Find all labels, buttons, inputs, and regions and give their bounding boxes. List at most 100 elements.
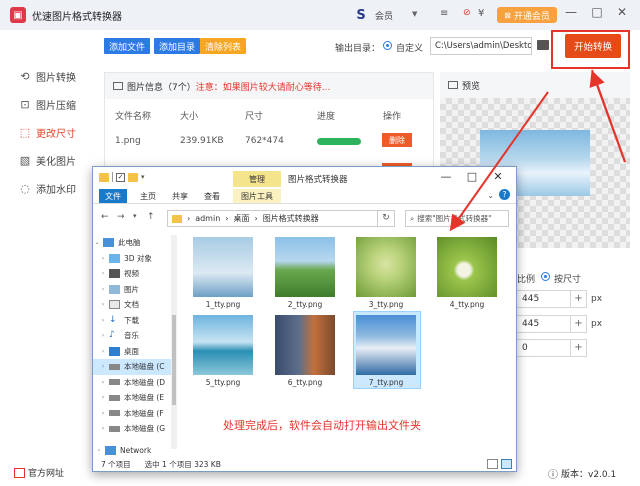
chevron-down-icon[interactable]: ⌄ [487, 191, 494, 200]
plus-icon[interactable]: + [570, 291, 586, 307]
tree-item-desktop[interactable]: › 桌面 [93, 344, 177, 360]
by-size-label[interactable]: 按尺寸 [554, 272, 581, 285]
output-path-input[interactable]: C:\Users\admin\Deskto [430, 37, 532, 55]
file-thumbnail[interactable] [356, 237, 416, 297]
maximize-button[interactable]: □ [465, 170, 479, 183]
breadcrumb-folder[interactable]: 图片格式转换器 [263, 213, 319, 224]
chevron-right-icon[interactable]: › [99, 270, 107, 277]
vip-button[interactable]: ⊠ 开通会员 [497, 7, 557, 23]
breadcrumb-admin[interactable]: admin [195, 214, 220, 223]
height-input[interactable]: 445 + [515, 315, 587, 333]
custom-radio[interactable] [383, 41, 392, 50]
chevron-right-icon[interactable]: › [99, 286, 107, 293]
tree-item-pictures[interactable]: › 图片 [93, 282, 177, 298]
width-input[interactable]: 445 + [515, 290, 587, 308]
manage-tab[interactable]: 管理 [233, 171, 281, 187]
settings-icon[interactable]: ¥ [478, 8, 484, 19]
tree-item-drive-g[interactable]: › 本地磁盘 (G [93, 421, 177, 437]
tree-item-drive-e[interactable]: › 本地磁盘 (E [93, 390, 177, 406]
breadcrumb-desktop[interactable]: 桌面 [233, 213, 249, 224]
tab-picture-tools[interactable]: 图片工具 [233, 189, 281, 203]
user-name[interactable]: 会员 [375, 9, 393, 22]
chevron-right-icon[interactable]: › [99, 301, 107, 308]
tree-item-3d[interactable]: › 3D 对象 [93, 251, 177, 267]
tree-item-drive-c[interactable]: › 本地磁盘 (C [93, 359, 177, 375]
chevron-right-icon[interactable]: › [99, 255, 107, 262]
chevron-right-icon[interactable]: › [99, 332, 107, 339]
add-dir-button[interactable]: 添加目录 [154, 38, 200, 54]
chevron-right-icon[interactable]: › [99, 379, 107, 386]
chevron-right-icon[interactable]: › [99, 363, 107, 370]
user-caret-icon[interactable]: ▼ [412, 10, 417, 18]
file-thumbnail[interactable] [356, 315, 416, 375]
file-name[interactable]: 2_tty.png [270, 300, 340, 309]
tree-item-drive-d[interactable]: › 本地磁盘 (D [93, 375, 177, 391]
tab-home[interactable]: 主页 [135, 189, 161, 203]
search-input[interactable]: ⌕ 搜索"图片格式转换器" [405, 210, 509, 227]
up-icon[interactable]: ↑ [147, 212, 155, 222]
nav-item-watermark[interactable]: ◌ 添加水印 [0, 174, 92, 202]
file-thumbnail[interactable] [193, 315, 253, 375]
details-view-icon[interactable] [487, 459, 498, 469]
file-thumbnail[interactable] [437, 237, 497, 297]
refresh-icon[interactable]: ↻ [377, 210, 395, 227]
folder-icon[interactable] [99, 172, 109, 182]
plus-icon[interactable]: + [570, 340, 586, 356]
chevron-right-icon[interactable]: › [99, 348, 107, 355]
file-name[interactable]: 4_tty.png [432, 300, 502, 309]
minimize-button[interactable]: — [563, 5, 579, 19]
clear-list-button[interactable]: 清除列表 [200, 38, 246, 54]
address-bar[interactable]: › admin › 桌面 › 图片格式转换器 [167, 210, 395, 227]
properties-icon[interactable]: ✓ [116, 172, 125, 182]
user-avatar-icon[interactable]: S [352, 6, 370, 24]
custom-radio-label[interactable]: 自定义 [396, 41, 423, 54]
history-icon[interactable]: ▾ [133, 212, 137, 220]
third-input[interactable]: 0 + [515, 339, 587, 357]
file-thumbnail[interactable] [275, 315, 335, 375]
close-button[interactable]: ✕ [614, 5, 630, 19]
chevron-right-icon[interactable]: › [95, 447, 103, 454]
by-size-radio[interactable] [541, 272, 550, 281]
chevron-down-icon[interactable]: ⌄ [93, 239, 101, 246]
nav-item-compress[interactable]: ⊡ 图片压缩 [0, 90, 92, 118]
new-folder-icon[interactable] [128, 172, 138, 182]
large-icons-view-icon[interactable] [501, 459, 512, 469]
tree-item-music[interactable]: › ♪ 音乐 [93, 328, 177, 344]
nav-item-resize[interactable]: ⬚ 更改尺寸 [0, 118, 92, 146]
add-file-button[interactable]: 添加文件 [104, 38, 150, 54]
tab-share[interactable]: 共享 [167, 189, 193, 203]
chevron-right-icon[interactable]: › [99, 394, 107, 401]
tree-item-documents[interactable]: › 文档 [93, 297, 177, 313]
website-link[interactable]: 官方网址 [14, 466, 64, 479]
tree-item-drive-f[interactable]: › 本地磁盘 (F [93, 406, 177, 422]
close-ad-icon[interactable]: ⊘ [463, 8, 471, 18]
tree-item-downloads[interactable]: › ↓ 下载 [93, 313, 177, 329]
tree-item-video[interactable]: › 视频 [93, 266, 177, 282]
chevron-right-icon[interactable]: › [99, 317, 107, 324]
plus-icon[interactable]: + [570, 316, 586, 332]
forward-icon[interactable]: → [117, 212, 125, 222]
delete-button[interactable]: 删除 [382, 133, 412, 147]
file-name[interactable]: 1_tty.png [188, 300, 258, 309]
tab-view[interactable]: 查看 [199, 189, 225, 203]
tree-item-pc[interactable]: ⌄ 此电脑 [93, 235, 177, 251]
file-thumbnail[interactable] [275, 237, 335, 297]
menu-icon[interactable]: ≡ [440, 8, 448, 19]
minimize-button[interactable]: — [439, 170, 453, 183]
close-button[interactable]: ✕ [491, 170, 505, 183]
file-name[interactable]: 5_tty.png [188, 378, 258, 387]
tree-scrollbar[interactable] [171, 235, 177, 449]
file-name[interactable]: 3_tty.png [351, 300, 421, 309]
nav-item-beautify[interactable]: ▧ 美化图片 [0, 146, 92, 174]
back-icon[interactable]: ← [101, 212, 109, 222]
start-convert-button[interactable]: 开始转换 [565, 34, 621, 58]
nav-item-convert[interactable]: ⟲ 图片转换 [0, 62, 92, 90]
dropdown-icon[interactable]: ▾ [141, 173, 145, 181]
chevron-right-icon[interactable]: › [99, 425, 107, 432]
help-icon[interactable]: ? [499, 189, 510, 200]
file-name[interactable]: 6_tty.png [270, 378, 340, 387]
folder-icon[interactable] [537, 40, 549, 50]
chevron-right-icon[interactable]: › [99, 410, 107, 417]
file-thumbnail[interactable] [193, 237, 253, 297]
file-name[interactable]: 7_tty.png [351, 378, 421, 387]
